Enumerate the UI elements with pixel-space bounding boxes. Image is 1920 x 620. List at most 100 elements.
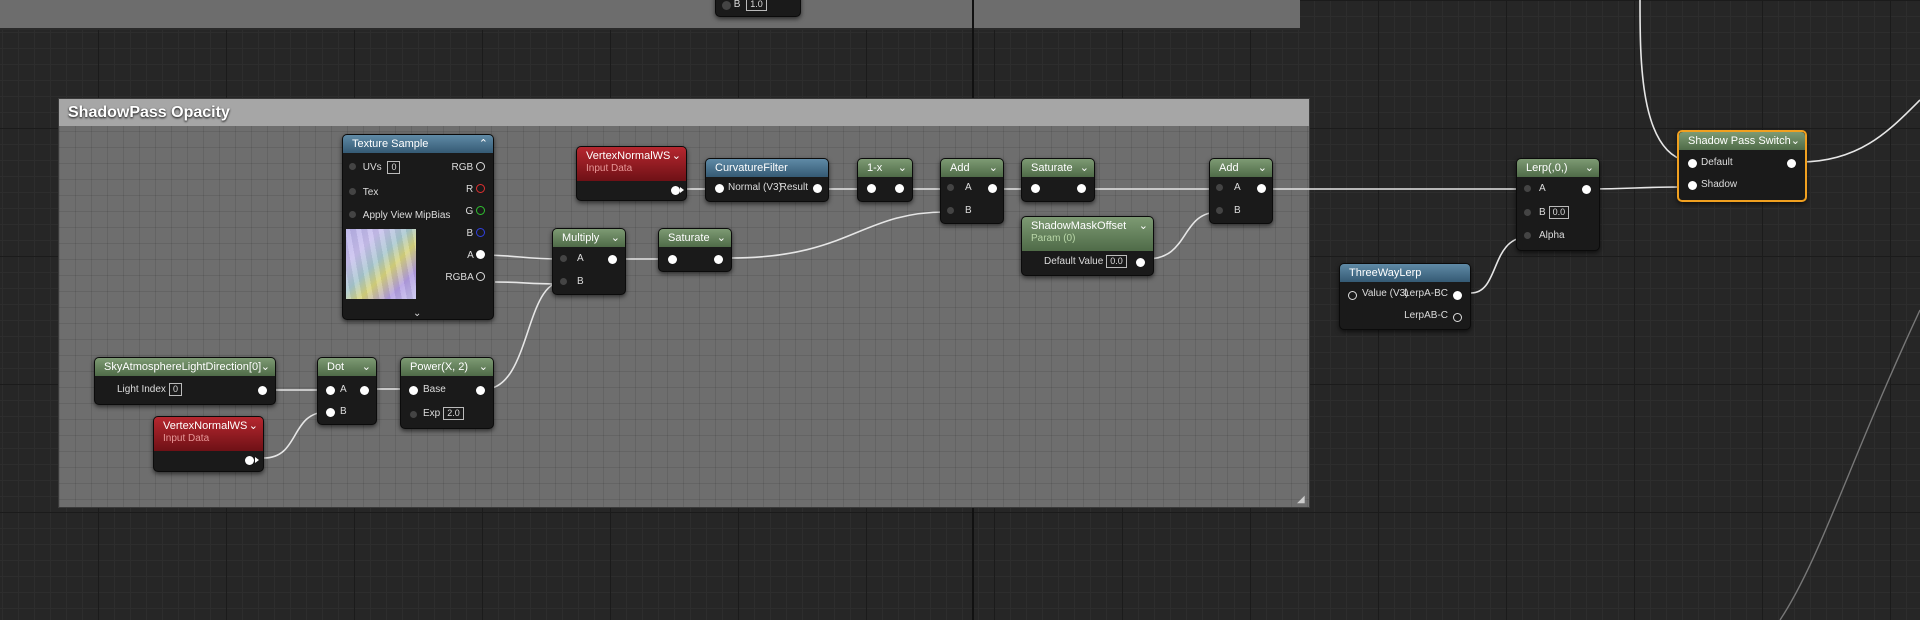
- chevron-down-icon[interactable]: ⌄: [1258, 159, 1267, 177]
- input-pin-b[interactable]: [326, 408, 335, 417]
- node-header[interactable]: VertexNormalWS Input Data ⌄: [577, 147, 686, 181]
- node-add-2[interactable]: Add ⌄ A B: [1209, 158, 1273, 224]
- expand-chevron-icon[interactable]: ⌄: [413, 308, 421, 319]
- node-vertex-normal-2[interactable]: VertexNormalWS Input Data ⌄: [153, 416, 264, 472]
- output-r[interactable]: R: [466, 183, 485, 197]
- chevron-down-icon[interactable]: ⌄: [672, 147, 681, 165]
- node-header[interactable]: Dot ⌄: [318, 358, 376, 376]
- node-header[interactable]: SkyAtmosphereLightDirection[0] ⌄: [95, 358, 275, 376]
- output-pin[interactable]: [1582, 185, 1591, 194]
- collapse-chevron-icon[interactable]: ⌃: [479, 135, 488, 153]
- chevron-down-icon[interactable]: ⌄: [989, 159, 998, 177]
- node-header[interactable]: CurvatureFilter: [706, 159, 828, 177]
- node-shadow-pass-switch[interactable]: Shadow Pass Switch ⌄ Default Shadow: [1677, 130, 1807, 202]
- node-header[interactable]: ShadowMaskOffset Param (0) ⌄: [1022, 217, 1153, 251]
- output-a[interactable]: A: [467, 249, 485, 263]
- chevron-down-icon[interactable]: ⌄: [479, 358, 488, 376]
- chevron-down-icon[interactable]: ⌄: [362, 358, 371, 376]
- output-pin[interactable]: [476, 250, 485, 259]
- output-pin[interactable]: [476, 386, 485, 395]
- output-pin-lerpa-bc[interactable]: [1453, 291, 1462, 300]
- output-pin[interactable]: [671, 186, 680, 195]
- input-pin-uvs[interactable]: [349, 163, 356, 171]
- output-pin[interactable]: [988, 184, 997, 193]
- input-pin-base[interactable]: [409, 386, 418, 395]
- input-pin[interactable]: [715, 184, 724, 193]
- input-pin[interactable]: [1348, 291, 1357, 300]
- output-pin[interactable]: [1257, 184, 1266, 193]
- node-vertex-normal-1[interactable]: VertexNormalWS Input Data ⌄: [576, 146, 687, 201]
- output-pin[interactable]: [476, 272, 485, 281]
- input-pin-a[interactable]: [326, 386, 335, 395]
- node-power[interactable]: Power(X, 2) ⌄ Base Exp 2.0: [400, 357, 494, 429]
- node-three-way-lerp[interactable]: ThreeWayLerp Value (V3) LerpA-BC LerpAB-…: [1339, 263, 1471, 330]
- output-pin[interactable]: [476, 184, 485, 193]
- chevron-down-icon[interactable]: ⌄: [1585, 159, 1594, 177]
- output-pin[interactable]: [1077, 184, 1086, 193]
- output-pin[interactable]: [476, 206, 485, 215]
- output-pin-lerpab-c[interactable]: [1453, 313, 1462, 322]
- chevron-down-icon[interactable]: ⌄: [717, 229, 726, 247]
- node-sky-atmosphere-light[interactable]: SkyAtmosphereLightDirection[0] ⌄ Light In…: [94, 357, 276, 405]
- output-pin[interactable]: [608, 255, 617, 264]
- node-shadow-mask-offset[interactable]: ShadowMaskOffset Param (0) ⌄ Default Value…: [1021, 216, 1154, 276]
- output-pin[interactable]: [813, 184, 822, 193]
- chevron-down-icon[interactable]: ⌄: [261, 358, 270, 376]
- node-header[interactable]: 1-x ⌄: [858, 159, 912, 177]
- chevron-down-icon[interactable]: ⌄: [1139, 217, 1148, 235]
- output-g[interactable]: G: [465, 205, 485, 219]
- chevron-down-icon[interactable]: ⌄: [249, 417, 258, 435]
- node-saturate-2[interactable]: Saturate ⌄: [658, 228, 732, 272]
- output-rgb[interactable]: RGB: [452, 161, 485, 175]
- node-header[interactable]: Power(X, 2) ⌄: [401, 358, 493, 376]
- chevron-down-icon[interactable]: ⌄: [1791, 132, 1800, 150]
- node-header[interactable]: Saturate ⌄: [659, 229, 731, 247]
- input-pin[interactable]: [1031, 184, 1040, 193]
- input-pin-b[interactable]: [947, 207, 954, 214]
- node-header[interactable]: Saturate ⌄: [1022, 159, 1094, 177]
- node-header[interactable]: Multiply ⌄: [553, 229, 625, 247]
- value-field[interactable]: 0: [168, 383, 182, 396]
- input-pin[interactable]: [668, 255, 677, 264]
- node-lerp[interactable]: Lerp(,0,) ⌄ A B 0.0 Alpha: [1516, 158, 1600, 251]
- output-pin[interactable]: [245, 456, 254, 465]
- value-field[interactable]: 0: [387, 161, 401, 174]
- node-saturate-1[interactable]: Saturate ⌄: [1021, 158, 1095, 202]
- chevron-down-icon[interactable]: ⌄: [898, 159, 907, 177]
- input-pin-a[interactable]: [1524, 185, 1531, 192]
- node-header[interactable]: VertexNormalWS Input Data ⌄: [154, 417, 263, 451]
- node-header[interactable]: Shadow Pass Switch ⌄: [1679, 132, 1805, 150]
- input-pin-default[interactable]: [1688, 159, 1697, 168]
- input-pin-a[interactable]: [560, 255, 567, 262]
- node-header[interactable]: Texture Sample ⌃: [343, 135, 493, 153]
- node-header[interactable]: Add ⌄: [1210, 159, 1272, 177]
- node-one-minus[interactable]: 1-x ⌄: [857, 158, 913, 202]
- node-header[interactable]: Add ⌄: [941, 159, 1003, 177]
- output-pin[interactable]: [476, 228, 485, 237]
- input-pin[interactable]: [867, 184, 876, 193]
- node-header[interactable]: ThreeWayLerp: [1340, 264, 1470, 282]
- input-pin-b[interactable]: [1524, 209, 1531, 216]
- value-field[interactable]: 0.0: [1106, 255, 1127, 268]
- input-pin-tex[interactable]: [349, 188, 356, 195]
- node-dot[interactable]: Dot ⌄ A B: [317, 357, 377, 425]
- input-pin-a[interactable]: [1216, 184, 1223, 191]
- node-multiply[interactable]: Multiply ⌄ A B: [552, 228, 626, 295]
- output-pin[interactable]: [258, 386, 267, 395]
- input-pin-a[interactable]: [947, 184, 954, 191]
- input-pin-shadow[interactable]: [1688, 181, 1697, 190]
- node-header[interactable]: Lerp(,0,) ⌄: [1517, 159, 1599, 177]
- output-b[interactable]: B: [467, 227, 485, 241]
- output-pin[interactable]: [895, 184, 904, 193]
- output-pin[interactable]: [1787, 159, 1796, 168]
- value-field[interactable]: 2.0: [443, 407, 464, 420]
- node-add-1[interactable]: Add ⌄ A B: [940, 158, 1004, 224]
- input-pin-b[interactable]: [1216, 207, 1223, 214]
- input-pin-exp[interactable]: [410, 411, 417, 418]
- input-pin-alpha[interactable]: [1524, 232, 1531, 239]
- output-pin[interactable]: [476, 162, 485, 171]
- output-pin[interactable]: [714, 255, 723, 264]
- node-curvature-filter[interactable]: CurvatureFilter Normal (V3) Result: [705, 158, 829, 202]
- output-rgba[interactable]: RGBA: [445, 271, 485, 285]
- input-pin-mip[interactable]: [349, 211, 356, 218]
